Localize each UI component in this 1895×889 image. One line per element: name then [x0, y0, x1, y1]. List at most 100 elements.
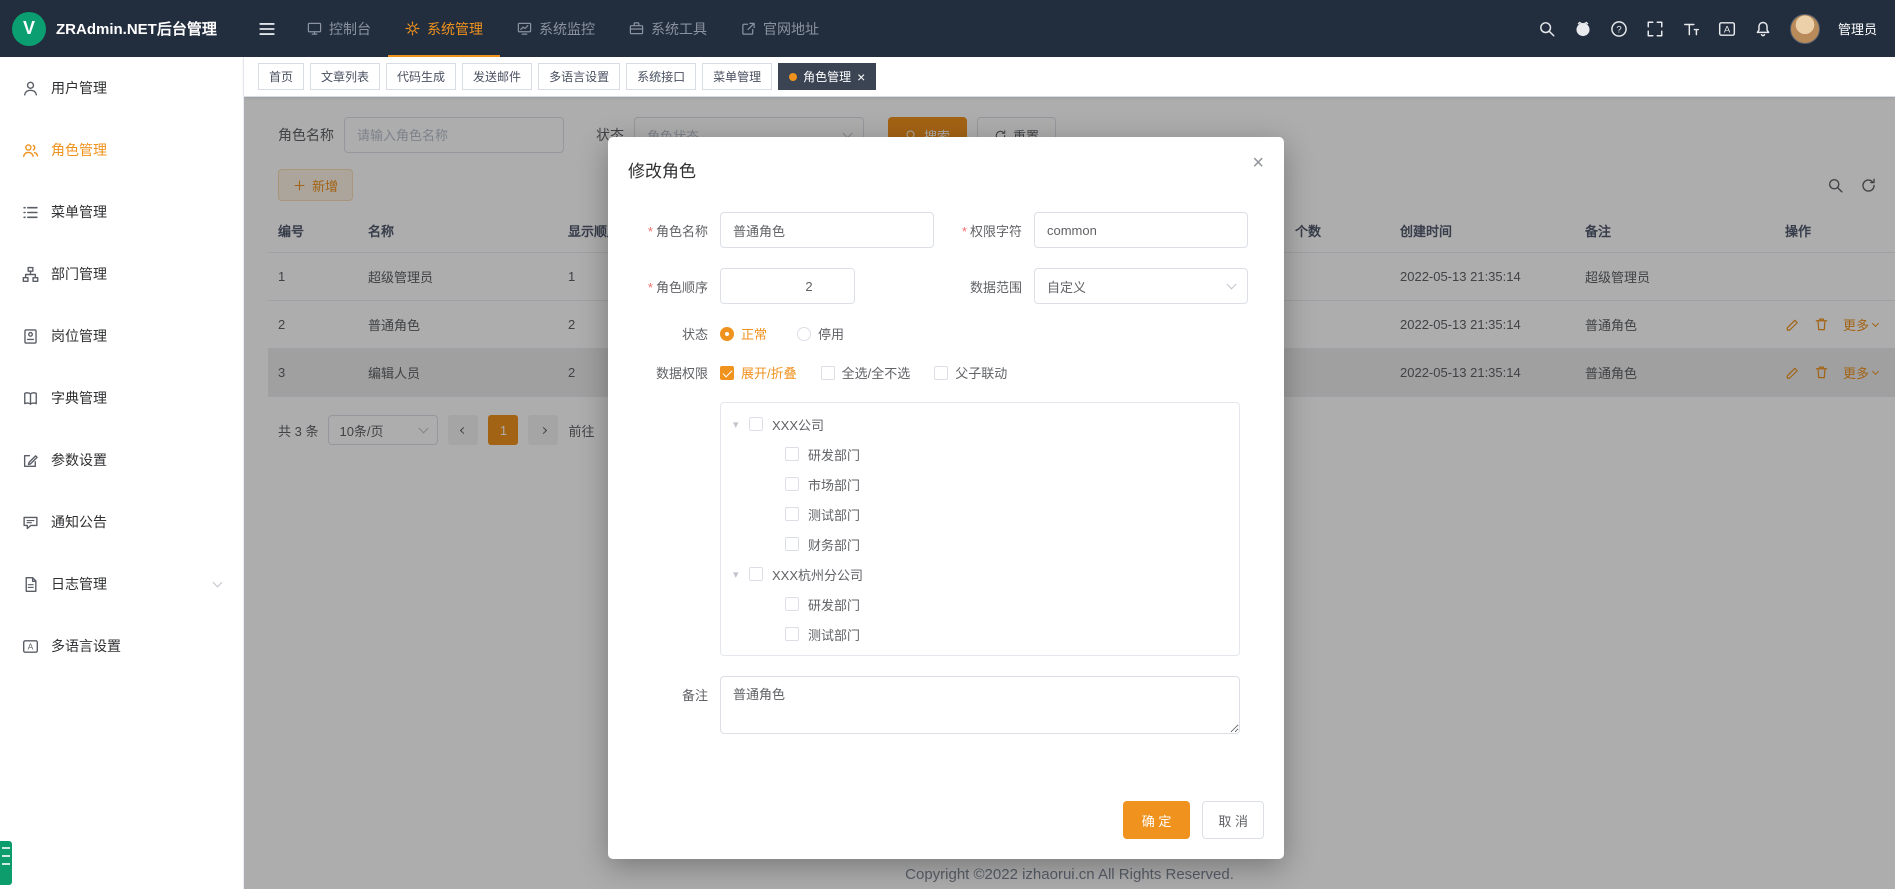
sidebar-item-log-manage[interactable]: 日志管理	[0, 553, 243, 615]
svg-text:?: ?	[1616, 24, 1621, 35]
tree-label: 财务部门	[808, 535, 860, 554]
sidebar-item-param-settings[interactable]: 参数设置	[0, 429, 243, 491]
tree-checkbox[interactable]	[785, 537, 799, 551]
close-icon[interactable]: ×	[1252, 153, 1264, 173]
tab-send-mail[interactable]: 发送邮件	[462, 63, 532, 90]
tree-node-child[interactable]: 财务部门	[721, 529, 1239, 559]
required-asterisk: *	[962, 224, 967, 239]
nav-label: 控制台	[329, 19, 371, 39]
caret-down-icon[interactable]: ▾	[733, 568, 749, 581]
sidebar-item-i18n-settings[interactable]: A 多语言设置	[0, 615, 243, 677]
user-icon	[22, 80, 39, 97]
select-all-checkbox[interactable]: 全选/全不选	[821, 363, 911, 382]
status-radio-disabled[interactable]: 停用	[797, 324, 844, 343]
confirm-button[interactable]: 确 定	[1123, 801, 1191, 839]
language-icon[interactable]: A	[1718, 20, 1736, 38]
tab-label: 发送邮件	[473, 68, 521, 85]
sidebar-item-label: 岗位管理	[51, 326, 107, 346]
sidebar-item-dict-manage[interactable]: 字典管理	[0, 367, 243, 429]
tree-node-child[interactable]: 市场部门	[721, 469, 1239, 499]
tab-i18n[interactable]: 多语言设置	[538, 63, 620, 90]
font-size-icon[interactable]	[1682, 20, 1700, 38]
tab-system-api[interactable]: 系统接口	[626, 63, 696, 90]
tab-menu-manage[interactable]: 菜单管理	[702, 63, 772, 90]
sidebar-item-label: 日志管理	[51, 574, 107, 594]
external-link-icon	[741, 21, 756, 36]
expand-collapse-checkbox[interactable]: 展开/折叠	[720, 363, 797, 382]
tree-checkbox[interactable]	[785, 477, 799, 491]
search-icon[interactable]	[1538, 20, 1556, 38]
required-asterisk: *	[648, 224, 653, 239]
status-radio-normal[interactable]: 正常	[720, 324, 767, 343]
tree-node-child[interactable]: 测试部门	[721, 619, 1239, 649]
sidebar-item-label: 通知公告	[51, 512, 107, 532]
tree-node-child[interactable]: 测试部门	[721, 499, 1239, 529]
role-name-label: 角色名称	[656, 224, 708, 239]
role-order-input[interactable]	[721, 269, 855, 303]
checkbox-icon	[821, 366, 835, 380]
id-badge-icon	[22, 328, 39, 345]
username-label[interactable]: 管理员	[1838, 19, 1877, 38]
app-logo[interactable]: V ZRAdmin.NET后台管理	[0, 12, 244, 46]
nav-item-website[interactable]: 官网地址	[724, 0, 836, 57]
users-icon	[22, 142, 39, 159]
nav-item-system-tools[interactable]: 系统工具	[612, 0, 724, 57]
logo-icon: V	[12, 12, 46, 46]
tab-article-list[interactable]: 文章列表	[310, 63, 380, 90]
checkbox-label: 父子联动	[955, 363, 1007, 382]
sidebar-toggle-icon[interactable]	[244, 20, 290, 38]
tree-checkbox[interactable]	[749, 567, 763, 581]
tab-home[interactable]: 首页	[258, 63, 304, 90]
user-avatar[interactable]	[1790, 14, 1820, 44]
tab-label: 系统接口	[637, 68, 685, 85]
perm-char-input[interactable]	[1034, 212, 1248, 248]
tree-node-root[interactable]: ▾ XXX杭州分公司	[721, 559, 1239, 589]
caret-down-icon[interactable]: ▾	[733, 418, 749, 431]
tree-node-root[interactable]: ▾ XXX公司	[721, 409, 1239, 439]
tree-node-child[interactable]: 研发部门	[721, 589, 1239, 619]
data-scope-select[interactable]: 自定义	[1034, 268, 1248, 304]
tree-checkbox[interactable]	[785, 597, 799, 611]
checkbox-label: 全选/全不选	[842, 363, 911, 382]
github-icon[interactable]	[1574, 20, 1592, 38]
tree-node-child[interactable]: 研发部门	[721, 439, 1239, 469]
sidebar-item-role-manage[interactable]: 角色管理	[0, 119, 243, 181]
role-name-input[interactable]	[720, 212, 934, 248]
tree-checkbox[interactable]	[785, 627, 799, 641]
translate-icon: A	[22, 638, 39, 655]
tree-checkbox[interactable]	[785, 507, 799, 521]
nav-label: 系统工具	[651, 19, 707, 39]
sidebar-item-label: 多语言设置	[51, 636, 121, 656]
tab-code-gen[interactable]: 代码生成	[386, 63, 456, 90]
bell-icon[interactable]	[1754, 20, 1772, 38]
nav-item-console[interactable]: 控制台	[290, 0, 388, 57]
sidebar-item-post-manage[interactable]: 岗位管理	[0, 305, 243, 367]
parent-child-checkbox[interactable]: 父子联动	[934, 363, 1007, 382]
tree-label: 测试部门	[808, 625, 860, 644]
header-actions: ? A 管理员	[1538, 14, 1895, 44]
radio-icon	[797, 327, 811, 341]
edit-role-dialog: 修改角色 × *角色名称 *权限字符	[608, 137, 1284, 859]
remark-textarea[interactable]: 普通角色	[720, 676, 1240, 734]
nav-label: 系统监控	[539, 19, 595, 39]
help-icon[interactable]: ?	[1610, 20, 1628, 38]
cancel-button[interactable]: 取 消	[1202, 801, 1264, 839]
tab-role-manage[interactable]: 角色管理 ×	[778, 63, 876, 90]
monitor-chart-icon	[517, 21, 532, 36]
sidebar-item-notice[interactable]: 通知公告	[0, 491, 243, 553]
sidebar-item-user-manage[interactable]: 用户管理	[0, 57, 243, 119]
tree-checkbox[interactable]	[749, 417, 763, 431]
checkbox-icon	[720, 366, 734, 380]
nav-item-system-manage[interactable]: 系统管理	[388, 0, 500, 57]
close-icon[interactable]: ×	[857, 70, 865, 84]
sidebar-item-menu-manage[interactable]: 菜单管理	[0, 181, 243, 243]
fullscreen-icon[interactable]	[1646, 20, 1664, 38]
checkbox-label: 展开/折叠	[741, 363, 797, 382]
nav-item-system-monitor[interactable]: 系统监控	[500, 0, 612, 57]
status-label: 状态	[628, 324, 720, 343]
tab-label: 文章列表	[321, 68, 369, 85]
tree-checkbox[interactable]	[785, 447, 799, 461]
nav-label: 系统管理	[427, 19, 483, 39]
radio-label: 正常	[741, 324, 767, 343]
sidebar-item-dept-manage[interactable]: 部门管理	[0, 243, 243, 305]
